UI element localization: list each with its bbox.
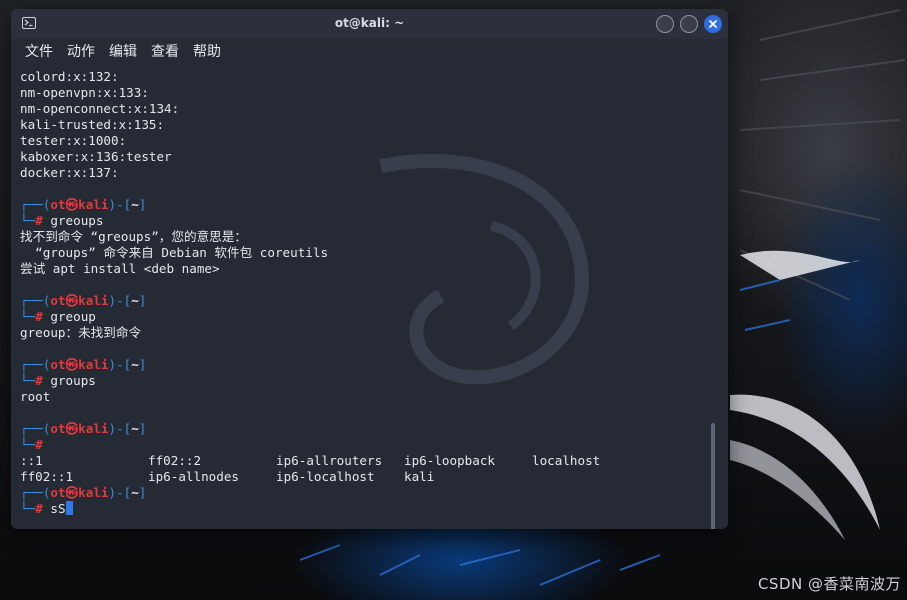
prompt-at: ㉿: [65, 485, 79, 500]
current-command-line[interactable]: └─# sS: [20, 501, 711, 517]
completion-row: ::1 ff02::2 ip6-allrouters ip6-loopback loca…: [20, 453, 711, 469]
minimize-button[interactable]: [656, 15, 674, 33]
prompt-symbol: #: [35, 437, 43, 452]
prompt-at: ㉿: [65, 357, 79, 372]
menu-edit[interactable]: 编辑: [109, 39, 137, 66]
menu-actions[interactable]: 动作: [67, 39, 95, 66]
prompt-line: ┌──(ot㉿kali)-[~]: [20, 293, 147, 308]
completion-item: ip6-localhost: [276, 469, 375, 484]
output-line: kaboxer:x:136:tester: [20, 149, 172, 164]
prompt-symbol: #: [35, 309, 43, 324]
output-line: tester:x:1000:: [20, 133, 127, 148]
completion-item: ip6-loopback: [404, 453, 495, 468]
output-line: docker:x:137:: [20, 165, 119, 180]
output-line: kali-trusted:x:135:: [20, 117, 165, 132]
prompt-dir: ~: [131, 421, 139, 436]
completion-item: ip6-allrouters: [276, 453, 383, 468]
prompt-user: ot: [50, 485, 66, 500]
prompt-dir: ~: [131, 293, 139, 308]
prompt-symbol: #: [35, 213, 43, 228]
prompt-user: ot: [50, 421, 66, 436]
prompt-line: ┌──(ot㉿kali)-[~]: [20, 421, 147, 436]
output-line: 找不到命令 “greoups”，您的意思是：: [20, 229, 247, 244]
title-bar[interactable]: ot@kali: ~: [11, 9, 728, 39]
completion-item: ip6-allnodes: [148, 469, 239, 484]
prompt-line: ┌──(ot㉿kali)-[~]: [20, 357, 147, 372]
menu-help[interactable]: 帮助: [193, 39, 221, 66]
prompt-user: ot: [50, 197, 66, 212]
completion-item: kali: [404, 469, 435, 484]
prompt-at: ㉿: [65, 197, 79, 212]
command-line: └─# greoup: [20, 309, 96, 324]
terminal-window[interactable]: ot@kali: ~ 文件 动作 编辑 查看 帮助 colord:x:132: …: [11, 9, 728, 529]
completion-item: localhost: [532, 453, 601, 468]
prompt-host: kali: [78, 357, 109, 372]
close-icon: [708, 19, 718, 29]
csdn-watermark: CSDN @香菜南波万: [757, 575, 901, 593]
prompt-dir: ~: [131, 485, 139, 500]
prompt-user: ot: [50, 293, 66, 308]
output-line: 尝试 apt install <deb name>: [20, 261, 220, 276]
completion-item: ff02::2: [148, 453, 202, 468]
output-line: nm-openvpn:x:133:: [20, 85, 149, 100]
prompt-line: ┌──(ot㉿kali)-[~]: [20, 197, 147, 212]
prompt-line: ┌──(ot㉿kali)-[~]: [20, 485, 147, 500]
prompt-symbol: #: [35, 501, 43, 516]
prompt-host: kali: [78, 197, 109, 212]
command-line: └─# greoups: [20, 213, 104, 228]
output-line: nm-openconnect:x:134:: [20, 101, 180, 116]
command-text: groups: [50, 373, 96, 388]
prompt-dir: ~: [131, 197, 139, 212]
current-input[interactable]: sS: [50, 501, 65, 516]
menu-bar: 文件 动作 编辑 查看 帮助: [11, 39, 728, 66]
command-text: greoups: [50, 213, 104, 228]
prompt-at: ㉿: [65, 421, 79, 436]
prompt-user: ot: [50, 357, 66, 372]
vertical-scrollbar[interactable]: [711, 423, 715, 529]
menu-view[interactable]: 查看: [151, 39, 179, 66]
output-line: colord:x:132:: [20, 69, 119, 84]
window-title: ot@kali: ~: [334, 16, 405, 30]
output-line: greoup：未找到命令: [20, 325, 142, 340]
command-line: └─# groups: [20, 373, 96, 388]
prompt-dir: ~: [131, 357, 139, 372]
output-line: root: [20, 389, 51, 404]
command-text: greoup: [50, 309, 96, 324]
output-line: “groups” 命令来自 Debian 软件包 coreutils: [20, 245, 329, 260]
prompt-host: kali: [78, 293, 109, 308]
maximize-button[interactable]: [680, 15, 698, 33]
text-cursor: [65, 501, 73, 515]
completion-row: ff02::1 ip6-allnodes ip6-localhost kali: [20, 469, 711, 485]
menu-file[interactable]: 文件: [25, 39, 53, 66]
command-line: └─#: [20, 437, 43, 452]
terminal-output[interactable]: colord:x:132: nm-openvpn:x:133: nm-openc…: [11, 66, 711, 529]
close-button[interactable]: [704, 15, 722, 33]
prompt-symbol: #: [35, 373, 43, 388]
completion-item: ::1: [20, 453, 43, 468]
prompt-at: ㉿: [65, 293, 79, 308]
prompt-host: kali: [78, 421, 109, 436]
prompt-host: kali: [78, 485, 109, 500]
completion-item: ff02::1: [20, 469, 74, 484]
